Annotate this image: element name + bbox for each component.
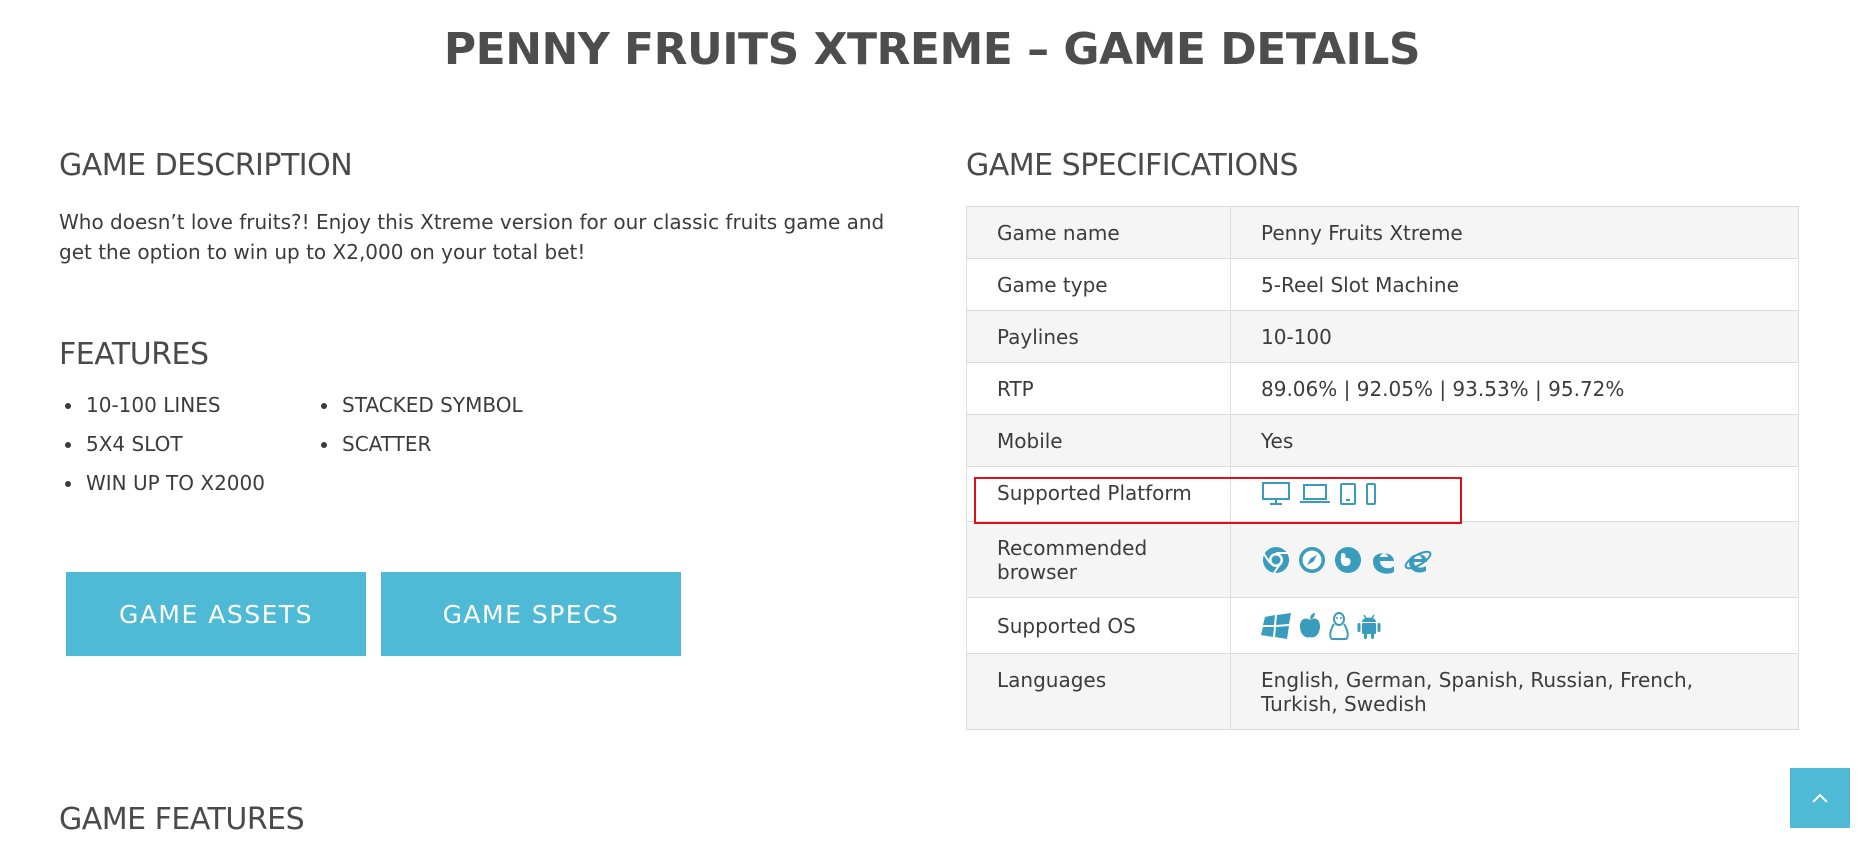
back-to-top-button[interactable] [1790, 768, 1850, 828]
game-specs-button[interactable]: GAME SPECS [381, 572, 681, 656]
chrome-icon [1261, 545, 1291, 575]
feature-item: WIN UP TO X2000 [59, 471, 265, 495]
features-heading: FEATURES [59, 337, 209, 372]
game-description-heading: GAME DESCRIPTION [59, 148, 353, 183]
spec-row-game-name: Game name Penny Fruits Xtreme [966, 206, 1799, 259]
windows-icon [1261, 612, 1293, 639]
spec-label: Languages [966, 653, 1231, 730]
spec-icons [1230, 521, 1799, 598]
feature-item: STACKED SYMBOL [315, 393, 523, 417]
spec-value: English, German, Spanish, Russian, Frenc… [1230, 653, 1799, 730]
feature-item: 5X4 SLOT [59, 432, 183, 456]
spec-label: Mobile [966, 414, 1231, 467]
spec-label: Game name [966, 206, 1231, 259]
desktop-icon [1261, 481, 1291, 507]
spec-value: Yes [1230, 414, 1799, 467]
spec-label: RTP [966, 362, 1231, 415]
spec-icons [1230, 466, 1799, 522]
feature-item: 10-100 LINES [59, 393, 221, 417]
features-list: 10-100 LINES 5X4 SLOT WIN UP TO X2000 ST… [59, 393, 559, 513]
spec-value: 5-Reel Slot Machine [1230, 258, 1799, 311]
android-icon [1356, 611, 1382, 641]
spec-value: 89.06% | 92.05% | 93.53% | 95.72% [1230, 362, 1799, 415]
spec-row-rtp: RTP 89.06% | 92.05% | 93.53% | 95.72% [966, 362, 1799, 415]
page-title: PENNY FRUITS XTREME – GAME DETAILS [443, 24, 1421, 75]
chevron-up-icon [1811, 789, 1829, 808]
spec-row-mobile: Mobile Yes [966, 414, 1799, 467]
firefox-icon [1333, 545, 1363, 575]
spec-label: Paylines [966, 310, 1231, 363]
spec-label: Game type [966, 258, 1231, 311]
game-description-text: Who doesn’t love fruits?! Enjoy this Xtr… [59, 210, 885, 264]
tablet-icon [1339, 482, 1357, 506]
apple-icon [1298, 612, 1322, 640]
feature-item: SCATTER [315, 432, 431, 456]
spec-row-game-type: Game type 5-Reel Slot Machine [966, 258, 1799, 311]
internet-explorer-icon [1403, 545, 1433, 575]
spec-label: Recommended browser [966, 521, 1231, 598]
spec-row-paylines: Paylines 10-100 [966, 310, 1799, 363]
game-specifications-table: Game name Penny Fruits Xtreme Game type … [966, 206, 1799, 730]
game-features-heading: GAME FEATURES [59, 802, 305, 837]
safari-icon [1297, 545, 1327, 575]
spec-value: 10-100 [1230, 310, 1799, 363]
spec-value: Penny Fruits Xtreme [1230, 206, 1799, 259]
spec-label: Supported Platform [966, 466, 1231, 522]
spec-row-languages: Languages English, German, Spanish, Russ… [966, 653, 1799, 730]
game-specifications-heading: GAME SPECIFICATIONS [966, 148, 1299, 183]
spec-label: Supported OS [966, 597, 1231, 654]
spec-row-supported-platform: Supported Platform [966, 466, 1799, 522]
game-assets-button[interactable]: GAME ASSETS [66, 572, 366, 656]
linux-icon [1327, 611, 1351, 641]
laptop-icon [1299, 483, 1331, 505]
spec-row-supported-os: Supported OS [966, 597, 1799, 654]
spec-icons [1230, 597, 1799, 654]
phone-icon [1365, 482, 1377, 506]
edge-icon [1369, 545, 1397, 575]
spec-row-recommended-browser: Recommended browser [966, 521, 1799, 598]
